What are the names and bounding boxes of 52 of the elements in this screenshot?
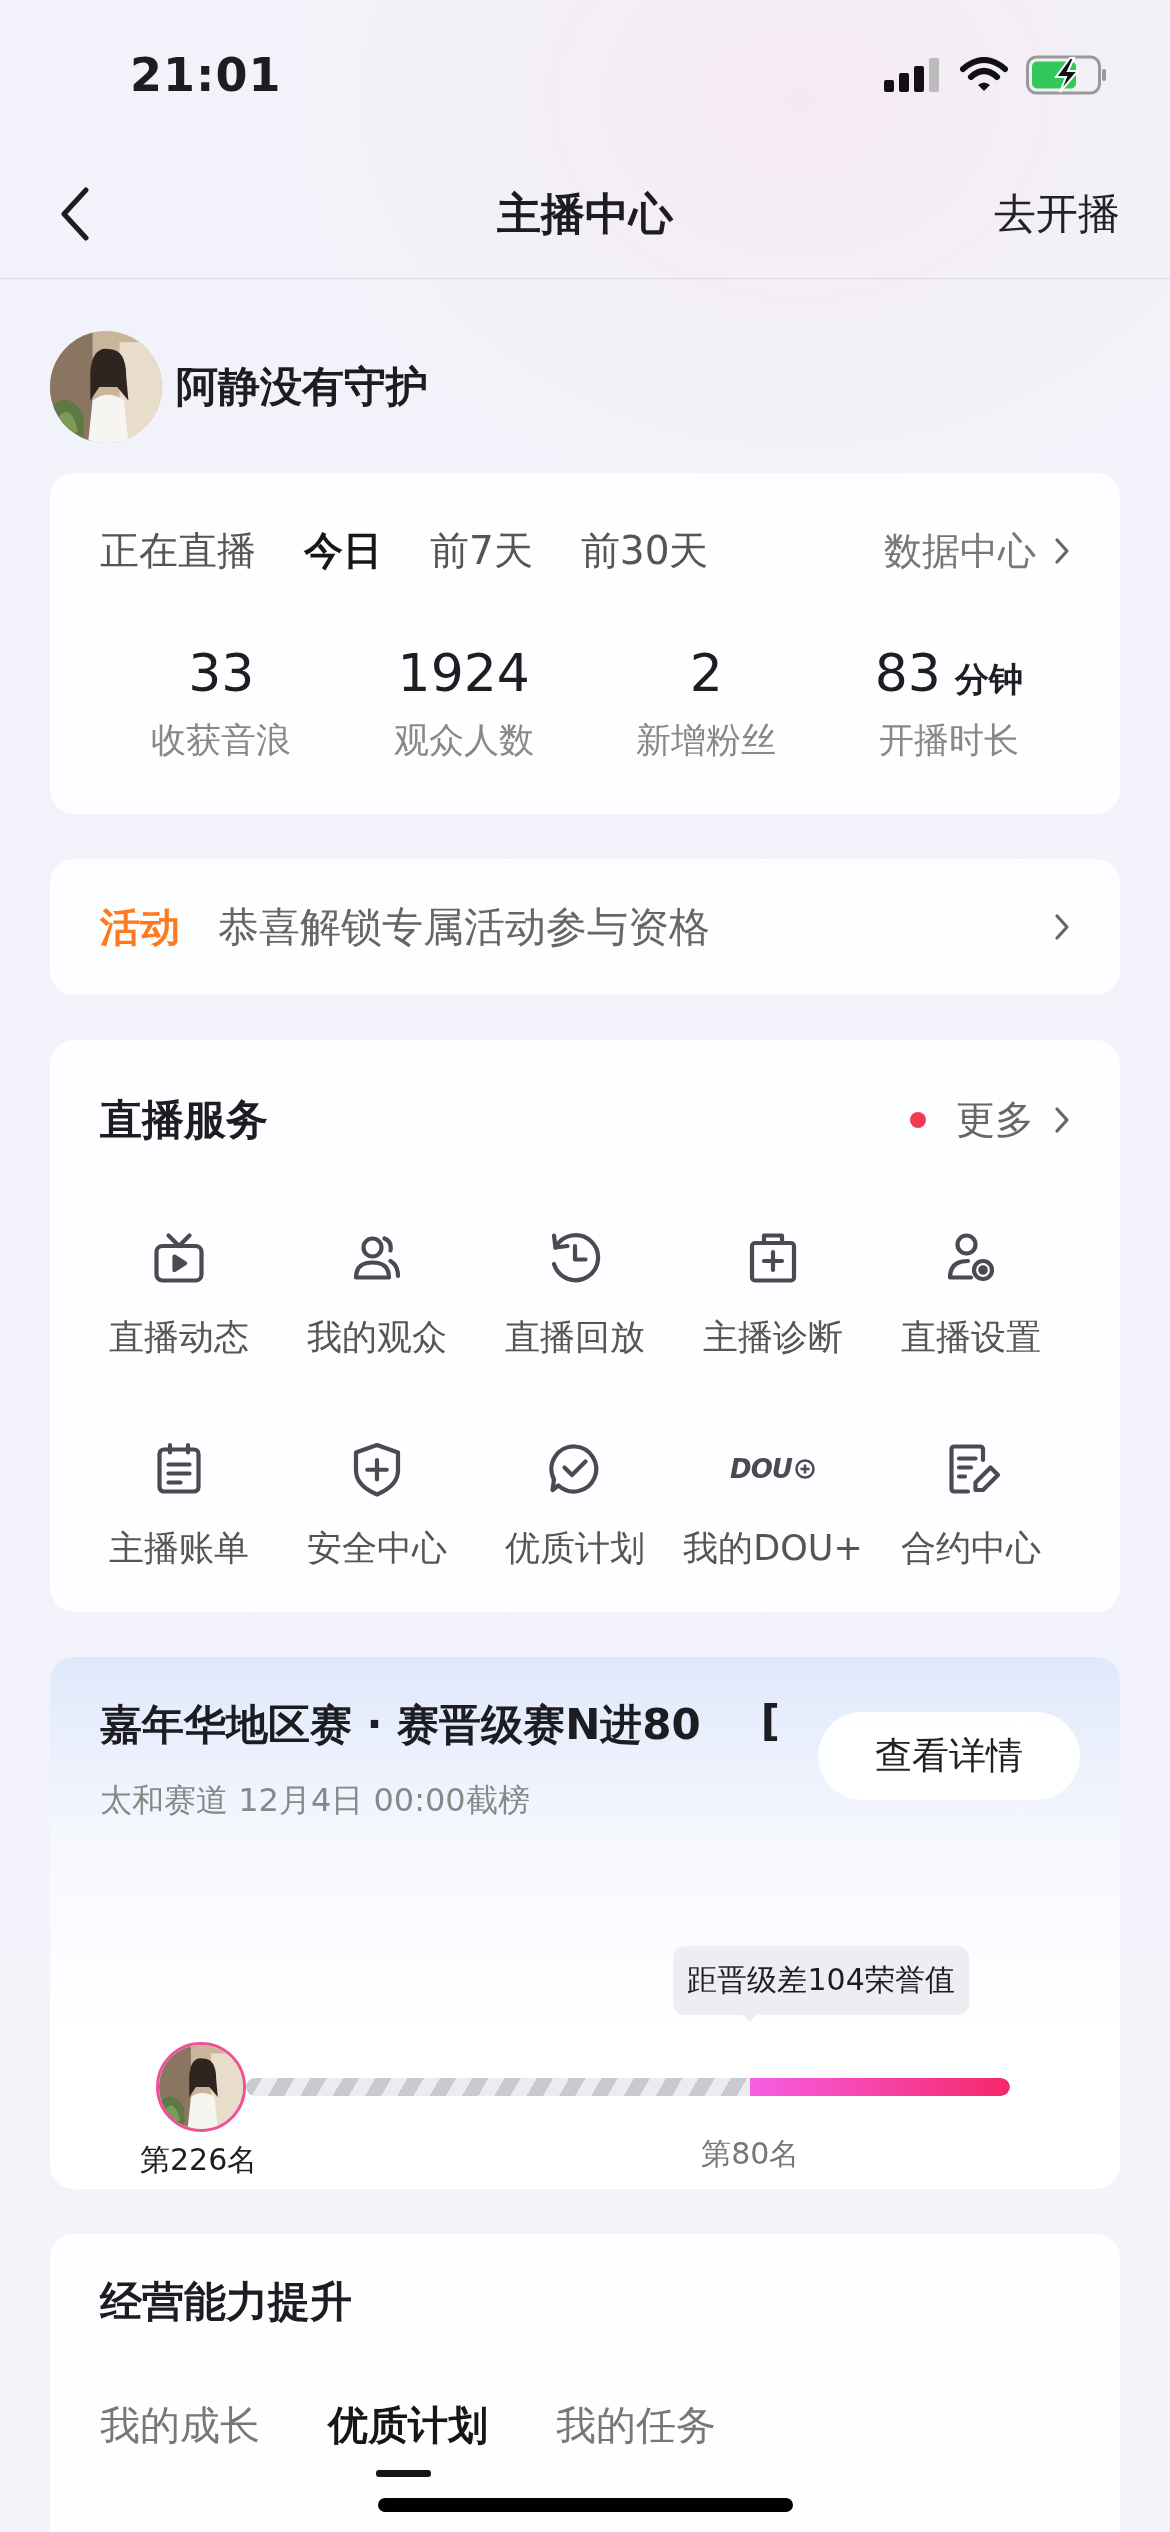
user-name: 阿静没有守护 <box>176 361 428 413</box>
stat-value: 2 <box>689 643 723 703</box>
go-live-link[interactable]: 去开播 <box>994 186 1120 242</box>
event-title-bracket: [ <box>760 1697 780 1748</box>
chevron-icon <box>1054 913 1070 941</box>
service-label[interactable]: 主播诊断 <box>703 1314 843 1361</box>
growth-tab[interactable]: 我的成长 <box>100 2398 260 2477</box>
growth-tab[interactable]: 优质计划 <box>328 2398 488 2477</box>
period-tab[interactable]: 正在直播 <box>100 524 256 578</box>
details-button[interactable]: 查看详情 <box>818 1712 1080 1800</box>
battery-icon <box>1026 55 1108 95</box>
service-label[interactable]: 直播动态 <box>109 1314 249 1361</box>
activity-text: 恭喜解锁专属活动参与资格 <box>218 901 710 953</box>
service-label[interactable]: 主播账单 <box>109 1525 249 1572</box>
target-rank: 第80名 <box>701 2135 800 2173</box>
signal-icon <box>884 58 942 92</box>
stat-unit: 分钟 <box>954 658 1023 701</box>
event-subtitle: 太和赛道 12月4日 00:00截榜 <box>100 1780 531 1821</box>
service-label[interactable]: 直播设置 <box>901 1314 1041 1361</box>
period-tab[interactable]: 前30天 <box>580 524 709 578</box>
stat-value: 1924 <box>397 643 530 703</box>
wifi-icon <box>960 57 1008 93</box>
service-label[interactable]: 优质计划 <box>505 1525 645 1572</box>
activity-banner[interactable]: 活动 恭喜解锁专属活动参与资格 <box>50 859 1120 995</box>
service-label[interactable]: 合约中心 <box>901 1525 1041 1572</box>
service-label[interactable]: 直播回放 <box>505 1314 645 1361</box>
service-label[interactable]: 我的DOU+ <box>683 1525 863 1572</box>
period-tab[interactable]: 今日 <box>304 524 382 578</box>
gap-tooltip: 距晋级差104荣誉值 <box>673 1946 969 2015</box>
notification-dot <box>910 1112 926 1128</box>
chevron-icon <box>1054 537 1070 565</box>
stat-label: 观众人数 <box>393 719 534 762</box>
stat-value: 83 <box>874 643 941 703</box>
chevron-icon <box>1054 1106 1070 1134</box>
status-time: 21:01 <box>130 48 282 102</box>
growth-tab[interactable]: 我的任务 <box>556 2398 716 2477</box>
my-rank: 第226名 <box>140 2141 258 2179</box>
activity-tag: 活动 <box>100 899 180 955</box>
service-label[interactable]: 我的观众 <box>307 1314 447 1361</box>
data-center-link[interactable]: 数据中心 <box>884 525 1036 577</box>
more-link[interactable]: 更多 <box>956 1093 1034 1147</box>
stat-value: 33 <box>188 643 255 703</box>
section-title: 直播服务 <box>100 1094 268 1146</box>
page-title: 主播中心 <box>497 187 673 239</box>
stat-label: 新增粉丝 <box>636 719 777 762</box>
event-title: 嘉年华地区赛 · 赛晋级赛N进80 <box>100 1699 701 1751</box>
service-label[interactable]: 安全中心 <box>307 1525 447 1572</box>
back-icon[interactable] <box>60 187 90 241</box>
stat-label: 开播时长 <box>878 719 1019 762</box>
period-tab[interactable]: 前7天 <box>430 524 533 578</box>
section-title: 经营能力提升 <box>100 2276 353 2328</box>
stat-label: 收获音浪 <box>151 719 292 762</box>
